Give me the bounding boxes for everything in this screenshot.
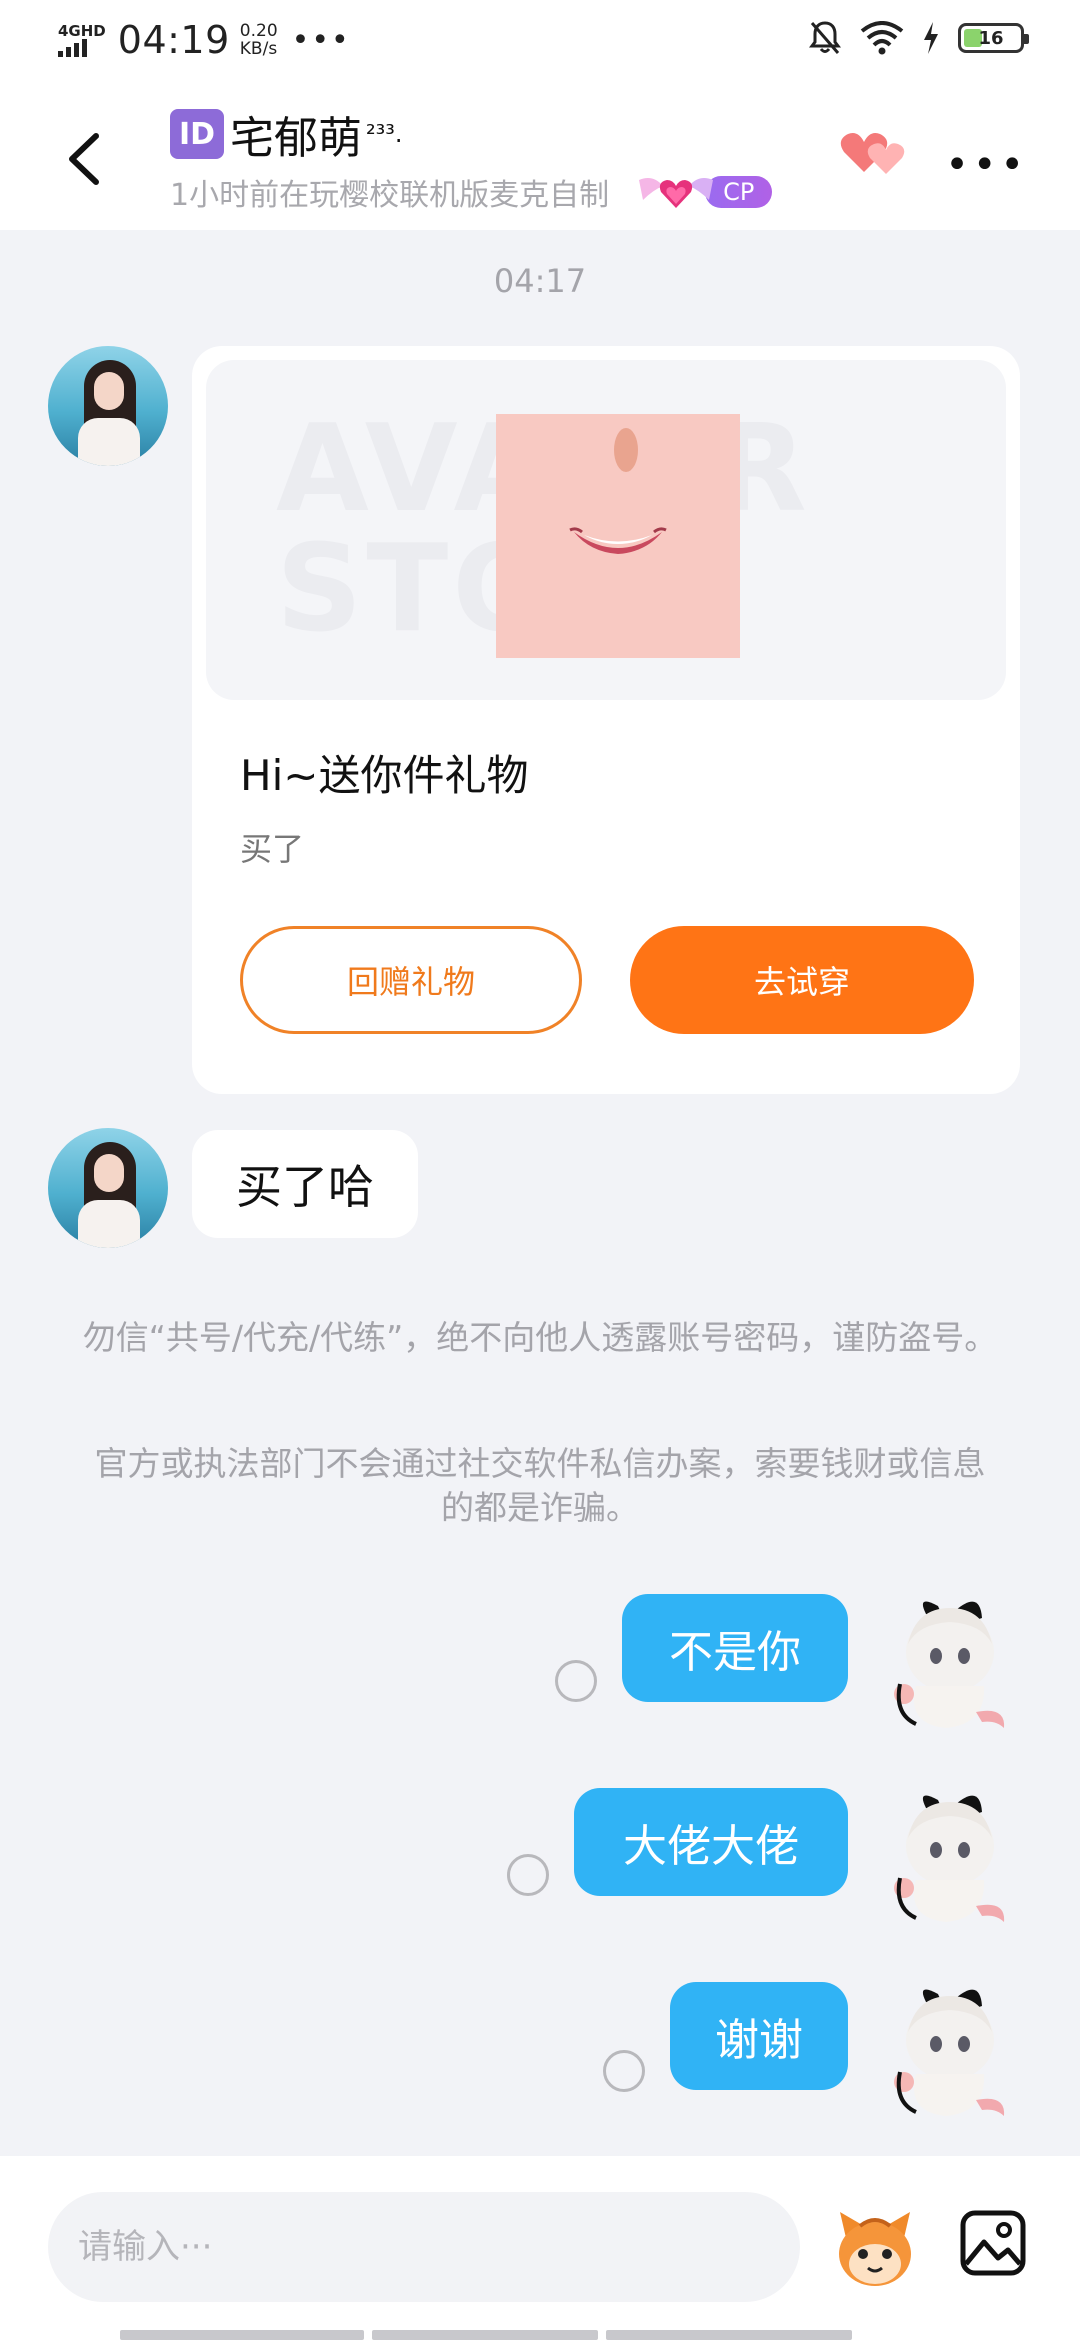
read-status-indicator bbox=[507, 1854, 549, 1896]
user-avatar[interactable] bbox=[886, 1788, 1016, 1928]
gift-title: Hi~送你件礼物 bbox=[240, 751, 529, 800]
battery-level: 16 bbox=[978, 27, 1004, 49]
contact-name: 宅郁萌 bbox=[230, 113, 362, 164]
gift-card[interactable]: AVATAR STORE Hi~送你件礼物 买了 回赠礼物 去试穿 bbox=[192, 346, 1020, 1094]
speed-value: 0.20 bbox=[239, 21, 278, 41]
back-button[interactable] bbox=[56, 124, 116, 194]
chat-header: ID 宅郁萌 ²³³. 1小时前在玩樱校联机版麦克自制 CP ••• bbox=[0, 84, 1080, 230]
speed-unit: KB/s bbox=[239, 39, 278, 59]
return-gift-button[interactable]: 回赠礼物 bbox=[240, 926, 582, 1034]
network-type: 4GHD bbox=[58, 22, 106, 40]
emoji-sticker-icon[interactable] bbox=[830, 2204, 920, 2294]
image-gallery-icon[interactable] bbox=[958, 2208, 1028, 2278]
id-badge-icon: ID bbox=[170, 109, 224, 159]
contact-name-suffix: ²³³. bbox=[366, 120, 403, 148]
intimacy-hearts-icon[interactable] bbox=[836, 122, 916, 182]
winged-heart-icon bbox=[639, 178, 714, 208]
read-status-indicator bbox=[603, 2050, 645, 2092]
signal-bars-icon bbox=[58, 39, 87, 57]
read-status-indicator bbox=[555, 1660, 597, 1702]
gift-description: 买了 bbox=[240, 830, 305, 868]
contact-avatar[interactable] bbox=[48, 346, 168, 466]
back-arrow-icon bbox=[69, 133, 99, 185]
wifi-icon bbox=[860, 21, 904, 55]
charging-icon bbox=[924, 22, 938, 54]
more-options-button[interactable]: ••• bbox=[945, 142, 1028, 188]
try-on-button[interactable]: 去试穿 bbox=[630, 926, 974, 1034]
user-avatar[interactable] bbox=[886, 1594, 1016, 1734]
network-speed: 0.20 KB/s bbox=[240, 22, 278, 58]
gift-item-image bbox=[496, 414, 740, 658]
bell-muted-icon bbox=[809, 21, 841, 54]
user-avatar[interactable] bbox=[886, 1982, 1016, 2122]
fraud-notice: 官方或执法部门不会通过社交软件私信办案，索要钱财或信息的都是诈骗。 bbox=[94, 1444, 986, 1527]
status-more-icon: ••• bbox=[291, 22, 351, 58]
message-input[interactable] bbox=[48, 2192, 800, 2302]
cp-badge[interactable]: CP bbox=[633, 170, 773, 214]
clock: 04:19 bbox=[117, 18, 230, 62]
message-timestamp: 04:17 bbox=[493, 262, 587, 300]
contact-avatar[interactable] bbox=[48, 1128, 168, 1248]
status-bar: 4GHD 04:19 0.20 KB/s ••• 16 bbox=[0, 0, 1080, 84]
outgoing-message-bubble[interactable]: 不是你 bbox=[622, 1594, 848, 1702]
outgoing-message-bubble[interactable]: 大佬大佬 bbox=[574, 1788, 848, 1896]
incoming-message-bubble[interactable]: 买了哈 bbox=[192, 1130, 418, 1238]
signal-indicator: 4GHD bbox=[58, 23, 106, 57]
gesture-bar bbox=[120, 2330, 852, 2340]
gift-preview: AVATAR STORE bbox=[206, 360, 1006, 700]
battery-icon: 16 bbox=[958, 23, 1029, 53]
chat-title[interactable]: ID 宅郁萌 ²³³. bbox=[170, 102, 403, 166]
security-notice: 勿信“共号/代充/代练”，绝不向他人透露账号密码，谨防盗号。 bbox=[82, 1318, 998, 1357]
outgoing-message-bubble[interactable]: 谢谢 bbox=[670, 1982, 848, 2090]
message-input-bar bbox=[0, 2156, 1080, 2340]
activity-status: 1小时前在玩樱校联机版麦克自制 bbox=[170, 178, 610, 213]
